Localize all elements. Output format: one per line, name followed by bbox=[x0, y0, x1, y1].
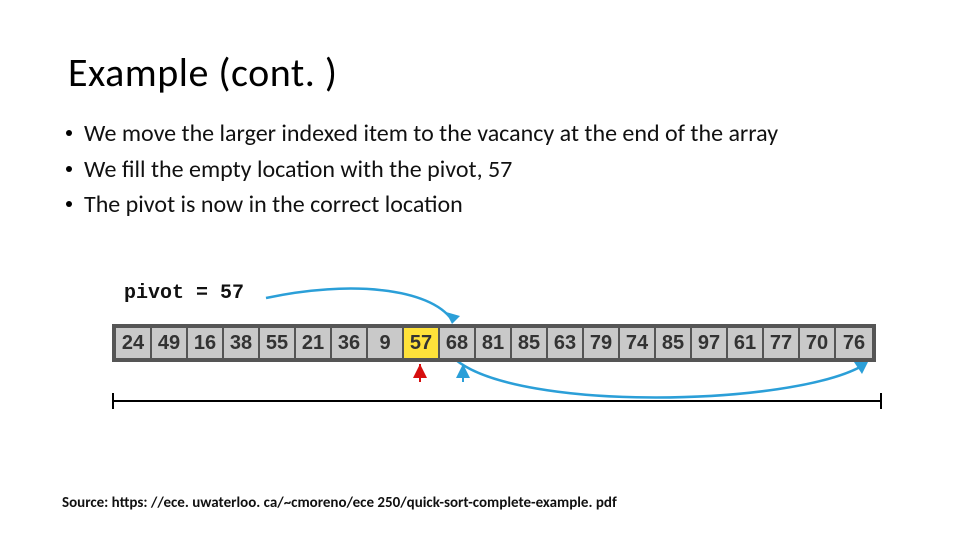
array-cell: 79 bbox=[584, 328, 620, 358]
array-cell: 24 bbox=[116, 328, 152, 358]
array-cell: 49 bbox=[152, 328, 188, 358]
array-cell: 61 bbox=[728, 328, 764, 358]
array-row: 24 49 16 38 55 21 36 9 57 68 81 85 63 79… bbox=[112, 324, 876, 362]
array-cell: 21 bbox=[296, 328, 332, 358]
slide: Example (cont. ) We move the larger inde… bbox=[0, 0, 960, 540]
curve-pivot-to-cell-icon bbox=[100, 282, 500, 330]
array-cell: 85 bbox=[512, 328, 548, 358]
blue-pointer-icon bbox=[456, 364, 470, 378]
bullet-item: We fill the empty location with the pivo… bbox=[62, 154, 920, 186]
array-cell: 81 bbox=[476, 328, 512, 358]
array-cell: 16 bbox=[188, 328, 224, 358]
array-figure: pivot = 57 24 49 16 38 55 21 36 9 57 68 … bbox=[100, 282, 920, 432]
array-cell: 70 bbox=[800, 328, 836, 358]
array-cell: 38 bbox=[224, 328, 260, 358]
array-cell: 68 bbox=[440, 328, 476, 358]
array-cell: 85 bbox=[656, 328, 692, 358]
array-cell: 36 bbox=[332, 328, 368, 358]
slide-title: Example (cont. ) bbox=[68, 48, 338, 97]
array-cell: 9 bbox=[368, 328, 404, 358]
bullet-list: We move the larger indexed item to the v… bbox=[62, 118, 920, 225]
array-cell-pivot: 57 bbox=[404, 328, 440, 358]
array-cell: 74 bbox=[620, 328, 656, 358]
array-cell: 55 bbox=[260, 328, 296, 358]
bullet-item: We move the larger indexed item to the v… bbox=[62, 118, 920, 150]
bullet-item: The pivot is now in the correct location bbox=[62, 189, 920, 221]
source-citation: Source: https: //ece. uwaterloo. ca/~cmo… bbox=[62, 494, 617, 512]
array-cell: 76 bbox=[836, 328, 872, 358]
array-cell: 63 bbox=[548, 328, 584, 358]
range-span-icon bbox=[112, 400, 882, 402]
array-cell: 77 bbox=[764, 328, 800, 358]
red-pointer-icon bbox=[413, 364, 427, 378]
array-cell: 97 bbox=[692, 328, 728, 358]
